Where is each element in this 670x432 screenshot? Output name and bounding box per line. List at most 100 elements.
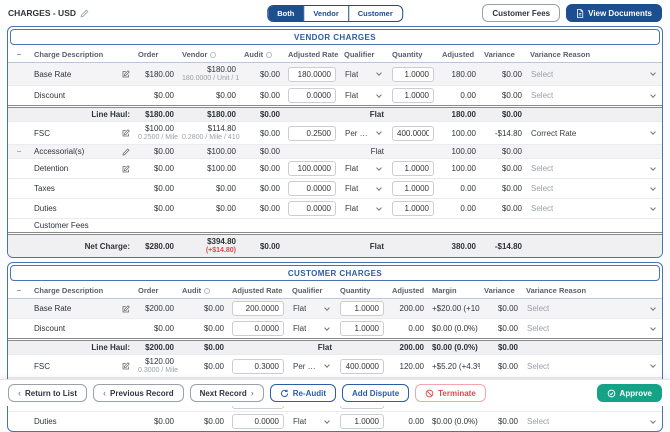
adjusted-rate-input[interactable] <box>288 181 336 196</box>
adjusted-rate-input[interactable] <box>232 359 284 374</box>
amount-text: $0.00 <box>182 362 224 371</box>
variance-reason-select[interactable]: Select <box>526 416 658 427</box>
quantity-cell <box>388 219 438 234</box>
order-amount-cell: $0.00 <box>134 179 178 199</box>
edit-charge-icon[interactable] <box>122 305 130 313</box>
return-to-list-button[interactable]: ‹ Return to List <box>8 384 87 402</box>
approve-button[interactable]: Approve <box>597 384 662 402</box>
quantity-cell <box>388 63 438 86</box>
variance-reason-select[interactable]: Select <box>526 323 658 334</box>
variance-reason-cell <box>526 145 662 159</box>
toggle-both[interactable]: Both <box>268 6 303 21</box>
quantity-input[interactable] <box>392 67 434 82</box>
adjusted-amount-cell: 200.00 <box>388 340 428 355</box>
qualifier-cell: Flat <box>340 179 388 199</box>
charge-row: Taxes$0.00$0.00$0.00Flat0.00$0.00Select <box>8 179 662 199</box>
col-vendor: Vendor <box>178 47 240 63</box>
variance-reason-select[interactable]: Select <box>530 203 658 214</box>
qualifier-select[interactable]: Flat <box>292 303 332 314</box>
adjusted-rate-input[interactable] <box>288 161 336 176</box>
variance-reason-select[interactable]: Select <box>526 303 658 314</box>
amount-text: -$14.80 <box>484 242 522 251</box>
variance-reason-select[interactable]: Select <box>530 90 658 101</box>
variance-reason-select[interactable]: Select <box>530 163 658 174</box>
quantity-input[interactable] <box>392 181 434 196</box>
collapse-all-icon[interactable]: − <box>8 47 30 63</box>
adjusted-rate-input[interactable] <box>232 414 284 429</box>
order-amount-cell: $200.00 <box>134 340 178 355</box>
amount-text: $0.00 <box>244 129 280 138</box>
variance-reason-select[interactable]: Correct Rate <box>530 128 658 139</box>
amount-text: $0.00 <box>138 91 174 100</box>
toggle-customer[interactable]: Customer <box>348 6 402 21</box>
adjusted-rate-input[interactable] <box>288 88 336 103</box>
charge-row: Duties$0.00$0.00Flat0.00$0.00 (0.0%)$0.0… <box>8 412 662 432</box>
previous-record-button[interactable]: ‹ Previous Record <box>93 384 184 402</box>
add-dispute-button[interactable]: Add Dispute <box>342 384 409 402</box>
qualifier-select[interactable]: Flat <box>344 183 384 194</box>
quantity-cell <box>388 159 438 179</box>
variance-cell: $0.00 <box>480 179 526 199</box>
edit-charge-icon[interactable] <box>122 362 130 370</box>
terminate-button[interactable]: Terminate <box>415 384 486 402</box>
edit-charge-icon[interactable] <box>122 70 130 78</box>
qualifier-select[interactable]: Flat <box>344 90 384 101</box>
pencil-edit-icon[interactable] <box>122 148 130 156</box>
qualifier-select[interactable]: Flat <box>344 163 384 174</box>
adjusted-rate-cell <box>228 340 288 355</box>
re-audit-button[interactable]: Re-Audit <box>270 384 336 402</box>
edit-charge-icon[interactable] <box>122 165 130 173</box>
qualifier-select[interactable]: Per Mile <box>344 128 384 139</box>
qualifier-cell: Flat <box>288 340 336 355</box>
customer-charges-table: − Charge Description Order Audit Adjuste… <box>8 283 662 431</box>
view-documents-button[interactable]: View Documents <box>566 4 662 22</box>
edit-charge-icon[interactable] <box>122 129 130 137</box>
chevron-down-icon <box>650 305 656 311</box>
adjusted-rate-input[interactable] <box>288 67 336 82</box>
qualifier-select[interactable]: Flat <box>344 69 384 80</box>
quantity-input[interactable] <box>392 161 434 176</box>
adjusted-rate-input[interactable] <box>288 126 336 141</box>
adjusted-amount-cell: 200.00 <box>388 299 428 319</box>
adjusted-rate-input[interactable] <box>288 201 336 216</box>
variance-reason-cell: Correct Rate <box>526 122 662 145</box>
charge-row: FSC$120.000.3000 / Mile / 400$0.00Per Mi… <box>8 355 662 378</box>
quantity-input[interactable] <box>392 201 434 216</box>
charge-description-cell: Base Rate <box>30 299 134 319</box>
collapse-all-icon[interactable]: − <box>8 283 30 299</box>
collapse-row-icon[interactable]: − <box>17 147 22 156</box>
edit-title-pencil-icon[interactable] <box>80 9 89 18</box>
toggle-vendor[interactable]: Vendor <box>303 6 347 21</box>
qualifier-select[interactable]: Flat <box>292 323 332 334</box>
quantity-input[interactable] <box>392 126 434 141</box>
variance-reason-select[interactable]: Select <box>530 183 658 194</box>
charge-row: Line Haul:$180.00$180.00$0.00Flat180.00$… <box>8 107 662 122</box>
amount-text: $200.00 <box>138 343 174 352</box>
next-record-button[interactable]: Next Record › <box>190 384 264 402</box>
customer-fees-button[interactable]: Customer Fees <box>482 4 560 22</box>
quantity-input[interactable] <box>340 321 384 336</box>
qualifier-select[interactable]: Flat <box>292 416 332 427</box>
variance-reason-cell: Select <box>522 319 662 340</box>
qualifier-select[interactable]: Per Mile <box>292 361 332 372</box>
variance-reason-select[interactable]: Select <box>526 361 658 372</box>
adjusted-rate-input[interactable] <box>232 321 284 336</box>
variance-reason-select[interactable]: Select <box>530 69 658 80</box>
variance-cell: $0.00 <box>480 412 522 432</box>
quantity-cell <box>336 319 388 340</box>
quantity-input[interactable] <box>340 301 384 316</box>
quantity-input[interactable] <box>392 88 434 103</box>
quantity-input[interactable] <box>340 414 384 429</box>
vendor-amount-cell: $100.00 <box>178 145 240 159</box>
amount-text: $180.00 <box>138 70 174 79</box>
charge-row: Base Rate$180.00$180.00180.0000 / Unit /… <box>8 63 662 86</box>
top-right-actions: Customer Fees View Documents <box>482 4 662 22</box>
document-icon <box>576 9 584 18</box>
audit-amount-cell: $0.00 <box>178 412 228 432</box>
adjusted-rate-input[interactable] <box>232 301 284 316</box>
quantity-input[interactable] <box>340 359 384 374</box>
qualifier-select[interactable]: Flat <box>344 203 384 214</box>
adjusted-amount-cell: 0.00 <box>388 319 428 340</box>
chevron-down-icon <box>650 185 656 191</box>
selected-value: Flat <box>293 324 306 333</box>
